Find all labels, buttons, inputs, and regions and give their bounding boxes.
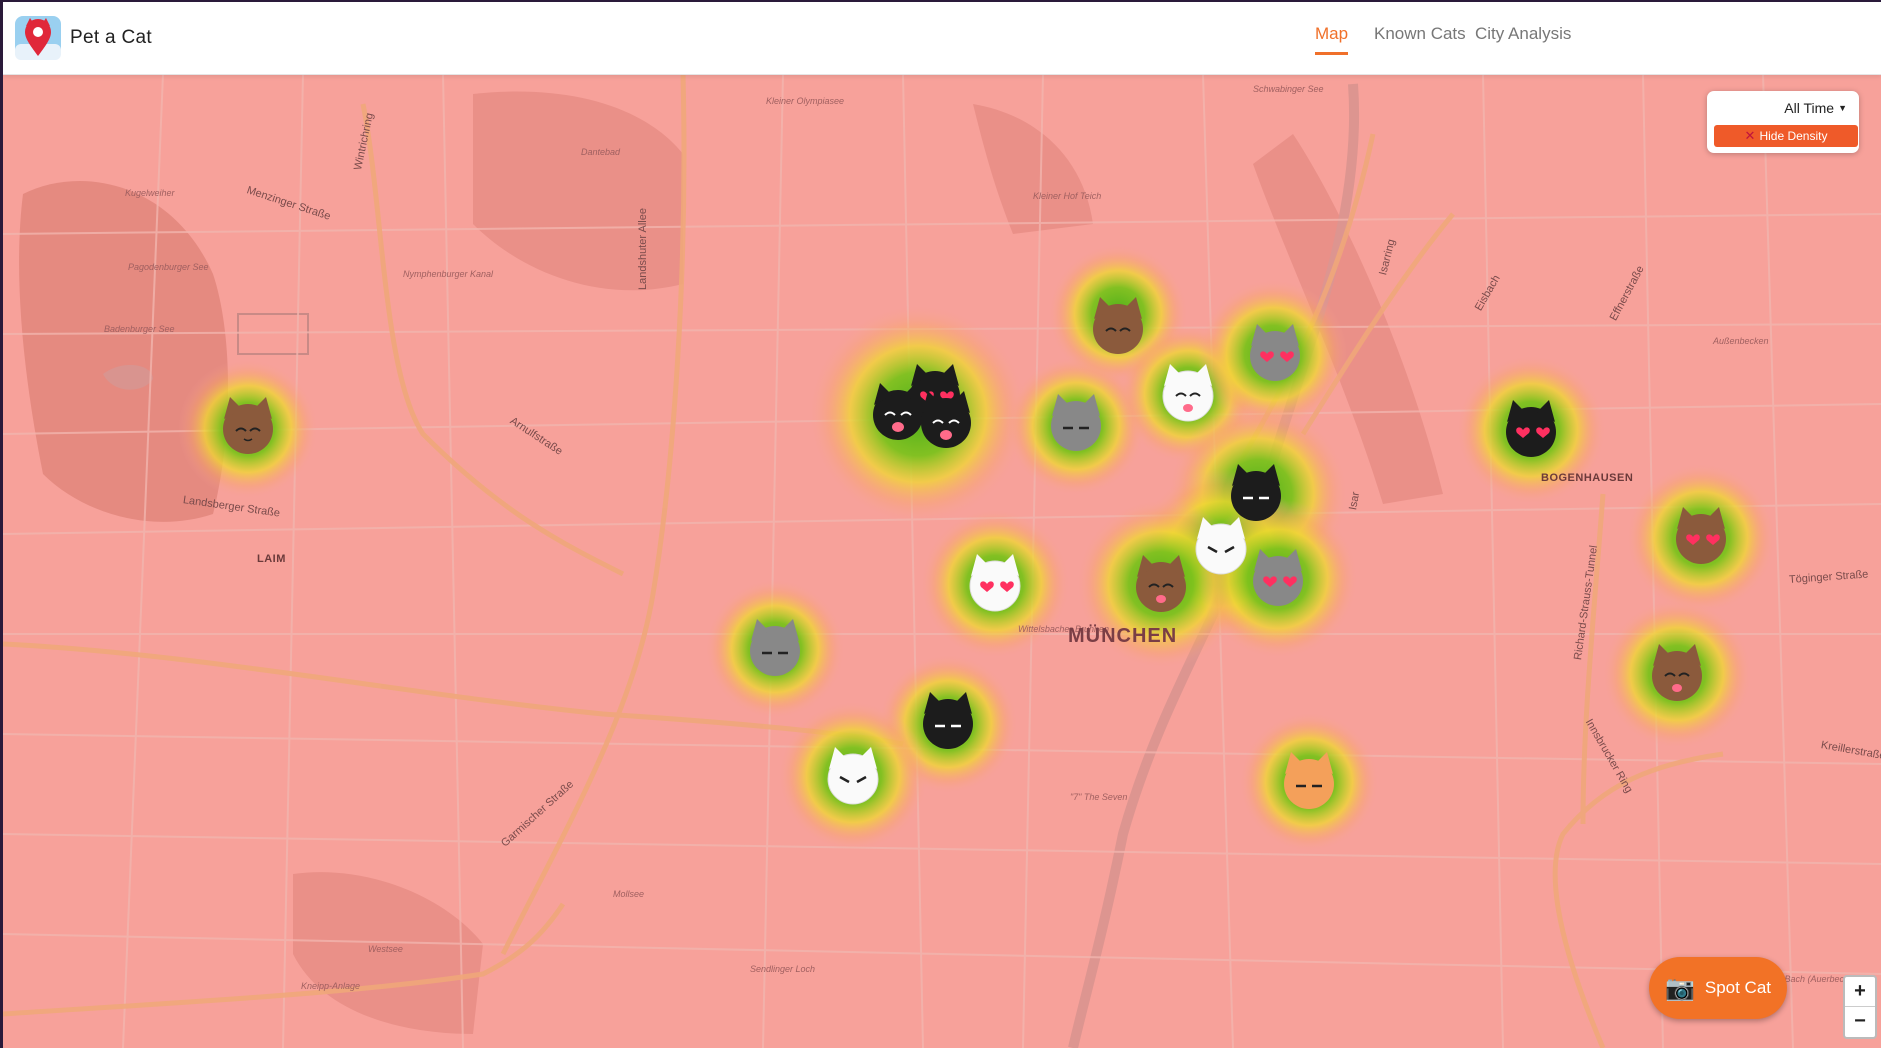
place-label: Dantebad (581, 147, 621, 157)
place-label: Kneipp-Anlage (301, 981, 361, 991)
cat-brown-heart (1676, 507, 1726, 564)
cat-black-sleepy-2 (923, 692, 973, 749)
zoom-out-button[interactable]: − (1845, 1006, 1875, 1036)
place-label: Schwabinger See (1253, 84, 1324, 94)
place-label: Mollsee (613, 889, 645, 899)
tab-city-analysis[interactable]: City Analysis (1475, 24, 1571, 52)
place-label: Nymphenburger Kanal (403, 269, 494, 279)
hide-density-button[interactable]: ✕ Hide Density (1714, 125, 1858, 147)
zoom-control: + − (1843, 975, 1877, 1039)
cat-gray-sleepy-2 (750, 619, 800, 676)
time-filter-value: All Time (1784, 100, 1835, 116)
place-label: Kleiner Olympiasee (766, 96, 845, 106)
street-label: Landshuter Allee (637, 208, 649, 290)
cat-black-happy-2 (921, 391, 971, 448)
cat-white-heart (969, 554, 1021, 612)
app-header: Pet a Cat Map Known Cats City Analysis (3, 2, 1881, 75)
cat-white-angry-2 (827, 747, 879, 805)
spot-cat-label: Spot Cat (1704, 978, 1772, 997)
app-title: Pet a Cat (70, 27, 152, 48)
place-label: Sendlinger Loch (750, 964, 816, 974)
place-label: Außenbecken (1713, 336, 1769, 346)
zoom-in-button[interactable]: + (1845, 977, 1875, 1006)
district-label: BOGENHAUSEN (1541, 472, 1634, 484)
app-logo-icon (13, 14, 63, 62)
place-label: Pagodenburger See (128, 262, 209, 272)
cat-black-heart-eyes (1506, 400, 1556, 457)
cat-white-angry (1195, 517, 1247, 575)
place-label: Kugelweiher (125, 188, 175, 198)
time-filter-select[interactable]: All Time ▼ (1784, 100, 1847, 116)
chevron-down-icon: ▼ (1838, 103, 1847, 113)
city-label: MÜNCHEN (1068, 625, 1178, 647)
cat-gray-heart-2 (1253, 549, 1303, 606)
cat-brown-closed (223, 397, 273, 454)
place-label: Badenburger See (104, 324, 175, 334)
place-label: Westsee (368, 944, 403, 954)
cat-brown-laugh (1136, 555, 1186, 612)
camera-icon: 📷 (1664, 974, 1695, 1002)
tab-map[interactable]: Map (1315, 24, 1349, 55)
cat-brown-smile (1093, 297, 1143, 354)
place-label: Kleiner Hof Teich (1033, 191, 1102, 201)
place-label: "7" The Seven (1070, 792, 1128, 802)
cat-gray-sleepy (1051, 394, 1101, 451)
map-filter-panel: All Time ▼ ✕ Hide Density (1707, 91, 1859, 153)
district-label: LAIM (257, 553, 286, 565)
cat-brown-laugh-2 (1652, 644, 1702, 701)
hide-density-label: Hide Density (1759, 129, 1828, 143)
spot-cat-button[interactable]: 📷 Spot Cat (1649, 957, 1787, 1019)
cat-orange-sleepy (1284, 752, 1334, 809)
cat-black-sleepy (1231, 464, 1281, 521)
close-icon: ✕ (1744, 128, 1756, 143)
tab-known-cats[interactable]: Known Cats (1374, 24, 1466, 52)
city-map[interactable]: Kleiner Olympiasee Schwabinger See Dante… (3, 74, 1881, 1048)
cat-gray-heart (1250, 324, 1300, 381)
cat-white-smile (1162, 364, 1214, 422)
